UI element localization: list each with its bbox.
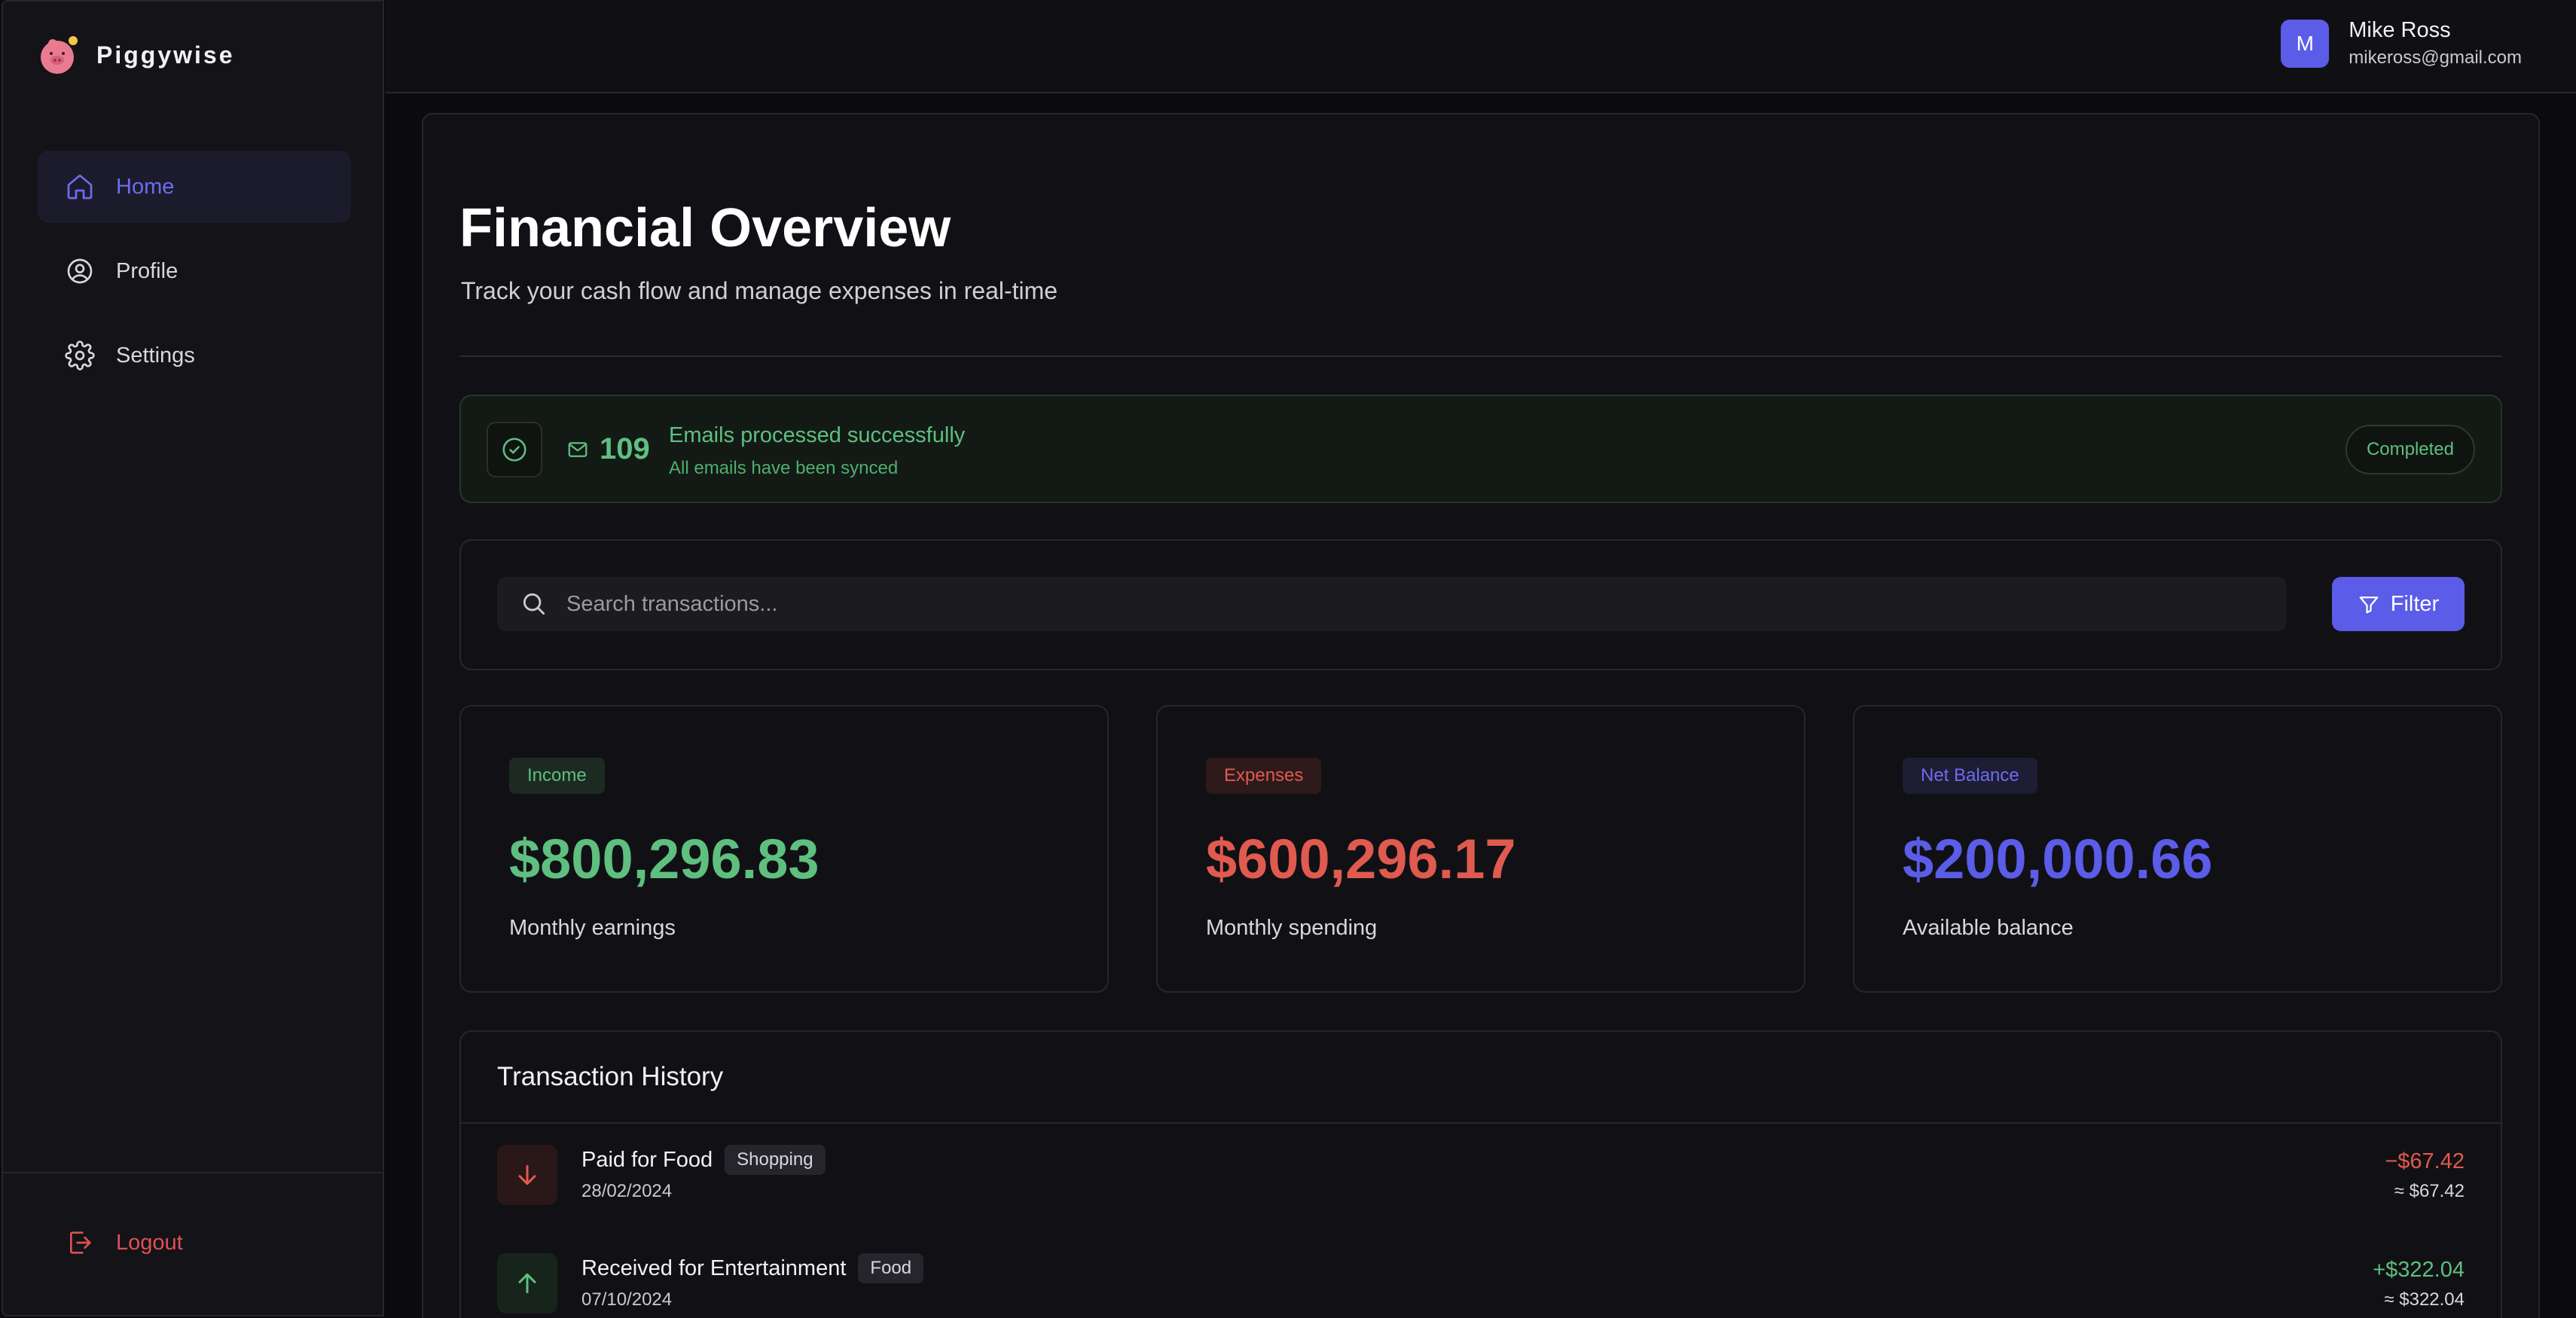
expenses-label: Expenses	[1206, 758, 1322, 794]
emails-count: 109	[600, 432, 650, 465]
user-email: mikeross@gmail.com	[2349, 47, 2522, 68]
user-menu[interactable]: M Mike Ross mikeross@gmail.com	[2281, 18, 2522, 69]
logout-label: Logout	[116, 1230, 183, 1255]
income-description: Monthly earnings	[509, 916, 676, 940]
page-subtitle: Track your cash flow and manage expenses…	[461, 277, 1058, 304]
filter-button[interactable]: Filter	[2332, 577, 2465, 631]
tx-amount: −$67.42	[2385, 1149, 2465, 1173]
tx-name-line: Received for Entertainment Food	[581, 1253, 924, 1283]
tx-category-tag: Shopping	[725, 1145, 826, 1175]
search-card: Filter	[459, 539, 2502, 670]
logout-icon	[70, 1231, 91, 1254]
expenses-description: Monthly spending	[1206, 916, 1378, 940]
income-label: Income	[509, 758, 605, 794]
sidebar-divider	[3, 1172, 383, 1173]
logout-button[interactable]: Logout	[65, 1228, 183, 1258]
arrow-down-icon	[518, 1164, 536, 1185]
mail-icon	[568, 442, 588, 457]
search-box[interactable]	[497, 577, 2287, 631]
expenses-card: Expenses $600,296.17 Monthly spending	[1156, 705, 1805, 993]
income-value: $800,296.83	[509, 828, 819, 890]
income-card: Income $800,296.83 Monthly earnings	[459, 705, 1109, 993]
gear-icon	[65, 340, 95, 371]
tx-approx-amount: ≈ $322.04	[2384, 1289, 2465, 1310]
tx-name-line: Paid for Food Shopping	[581, 1145, 826, 1175]
tx-name: Received for Entertainment	[581, 1255, 847, 1280]
arrow-up-icon	[518, 1273, 536, 1294]
sidebar-item-label: Home	[116, 174, 175, 199]
search-input[interactable]	[566, 591, 2287, 617]
user-name: Mike Ross	[2349, 18, 2451, 42]
sidebar-item-label: Profile	[116, 258, 179, 283]
search-icon	[523, 593, 545, 615]
tx-date: 28/02/2024	[581, 1181, 673, 1201]
transaction-history: Transaction History Paid for Food Shoppi…	[459, 1030, 2502, 1318]
top-bar: M Mike Ross mikeross@gmail.com	[386, 0, 2576, 93]
tx-direction-box	[497, 1145, 557, 1205]
table-row[interactable]: Paid for Food Shopping 28/02/2024 −$67.4…	[497, 1145, 2465, 1228]
check-circle-icon	[502, 438, 526, 462]
sidebar-item-profile[interactable]: Profile	[38, 235, 351, 307]
divider	[459, 355, 2502, 357]
sidebar-nav: Home Profile Settings	[38, 151, 351, 404]
status-badge: Completed	[2345, 425, 2475, 474]
tx-category-tag: Food	[858, 1253, 924, 1283]
tx-name: Paid for Food	[581, 1147, 713, 1172]
page-title: Financial Overview	[459, 198, 951, 258]
user-circle-icon	[67, 258, 93, 284]
sidebar-item-home[interactable]: Home	[38, 151, 351, 223]
sidebar-item-label: Settings	[116, 343, 195, 368]
sidebar: Piggywise Home Profile Settings Logout	[2, 0, 384, 1316]
net-balance-label: Net Balance	[1903, 758, 2037, 794]
table-row[interactable]: Received for Entertainment Food 07/10/20…	[497, 1253, 2465, 1318]
net-balance-value: $200,000.66	[1903, 828, 2213, 890]
divider	[461, 1122, 2501, 1124]
home-icon	[67, 174, 93, 200]
filter-label: Filter	[2390, 591, 2440, 616]
net-balance-card: Net Balance $200,000.66 Available balanc…	[1853, 705, 2502, 993]
tx-date: 07/10/2024	[581, 1289, 673, 1310]
status-title: Emails processed successfully	[669, 423, 966, 447]
main-panel: Financial Overview Track your cash flow …	[422, 113, 2540, 1318]
app-name: Piggywise	[96, 41, 235, 69]
piggy-logo-icon	[41, 36, 78, 74]
filter-icon	[2359, 596, 2379, 614]
transaction-history-title: Transaction History	[497, 1062, 724, 1091]
tx-direction-box	[497, 1253, 557, 1313]
net-balance-description: Available balance	[1903, 916, 2074, 940]
status-check-box	[487, 422, 542, 477]
tx-amount: +$322.04	[2373, 1258, 2465, 1282]
email-sync-status: 109 Emails processed successfully All em…	[459, 395, 2502, 503]
brand[interactable]: Piggywise	[36, 32, 235, 78]
avatar[interactable]: M	[2281, 19, 2330, 68]
expenses-value: $600,296.17	[1206, 828, 1516, 890]
user-info: Mike Ross mikeross@gmail.com	[2349, 18, 2522, 69]
sidebar-item-settings[interactable]: Settings	[38, 319, 351, 392]
tx-approx-amount: ≈ $67.42	[2394, 1181, 2465, 1201]
status-subtitle: All emails have been synced	[669, 458, 899, 478]
